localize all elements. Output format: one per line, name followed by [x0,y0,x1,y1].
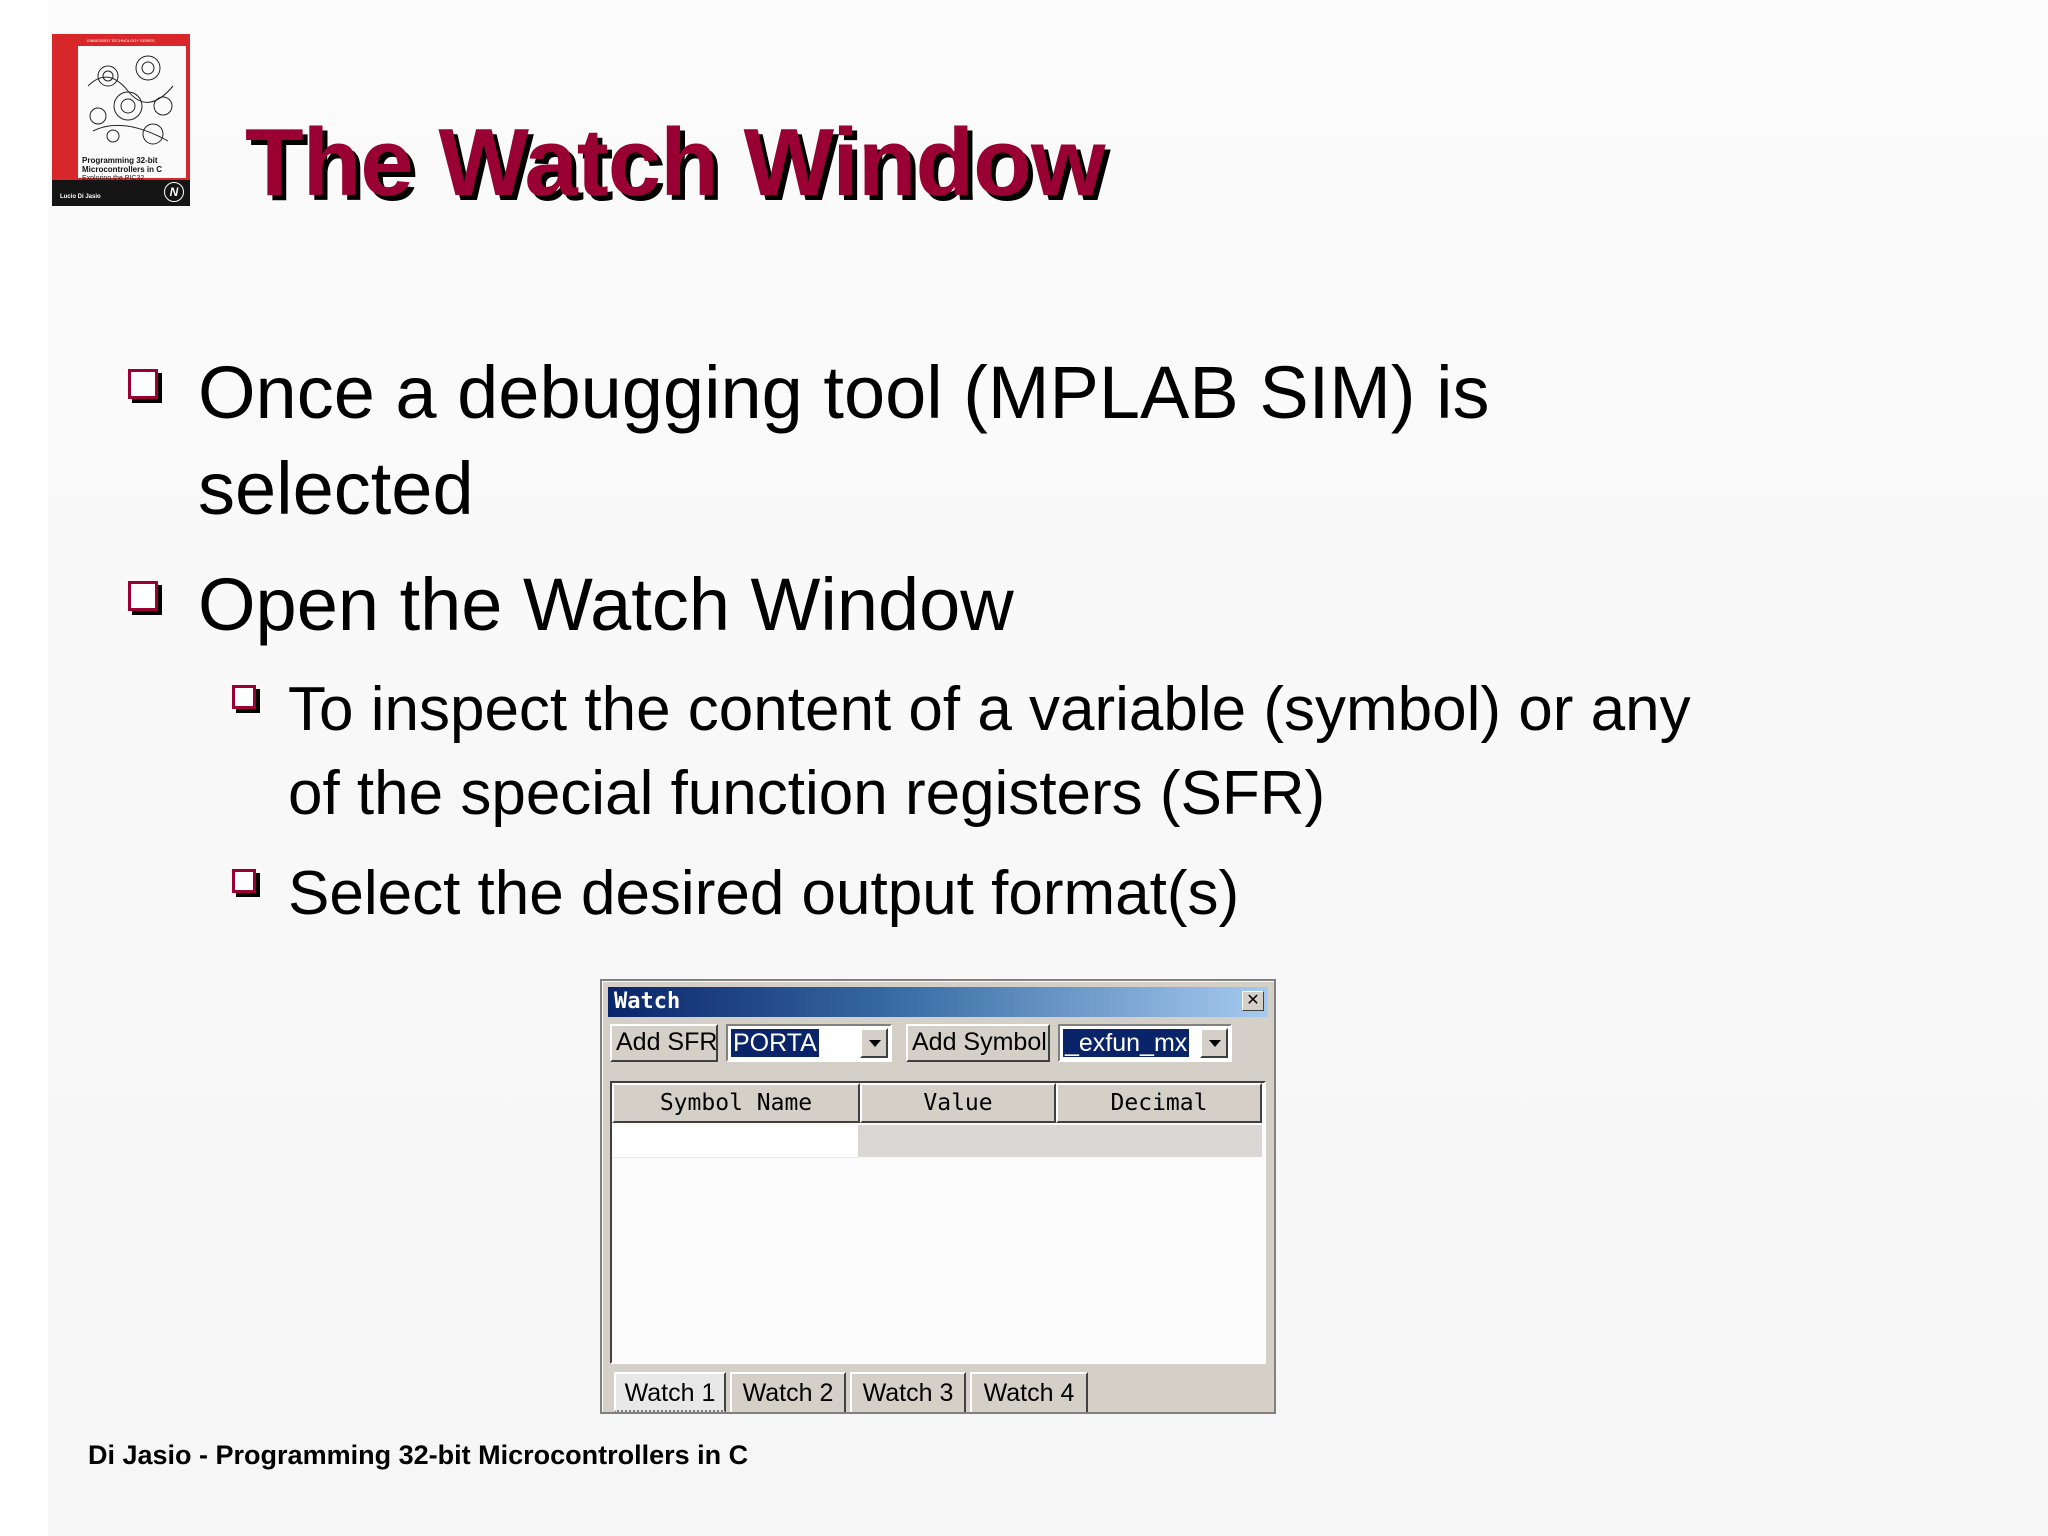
bullet-box-icon [128,581,158,611]
book-cover-image: EMBEDDED TECHNOLOGY SERIES Programming 3… [52,34,190,206]
bullet-item: Open the Watch Window [128,557,1014,653]
add-symbol-button[interactable]: Add Symbol [906,1024,1050,1062]
sfr-select[interactable]: PORTA [726,1024,892,1062]
tab-watch-3[interactable]: Watch 3 [850,1372,966,1412]
tab-watch-2[interactable]: Watch 2 [730,1372,846,1412]
bullet-text: Select the desired output format(s) [288,859,1240,928]
cover-footer-band: Lucio Di Jasio N [52,180,190,206]
column-header-symbol-name[interactable]: Symbol Name [612,1083,860,1123]
slide: EMBEDDED TECHNOLOGY SERIES Programming 3… [0,0,2048,1536]
tab-watch-1[interactable]: Watch 1 [614,1372,726,1412]
symbol-name-edit-cell[interactable] [612,1125,858,1158]
bullet-box-icon [232,869,256,893]
sub-bullet-item: Select the desired output format(s) [232,852,1239,936]
symbol-select[interactable]: _exfun_mx [1058,1024,1232,1062]
watch-window-title: Watch [614,989,681,1014]
watch-titlebar[interactable]: Watch ✕ [608,987,1268,1017]
close-icon[interactable]: ✕ [1242,991,1264,1011]
bullet-item: Once a debugging tool (MPLAB SIM) is sel… [128,345,1490,537]
sfr-select-value: PORTA [731,1029,819,1057]
chevron-down-icon[interactable] [1200,1028,1228,1058]
bullet-text: Once a debugging tool (MPLAB SIM) is sel… [198,351,1490,530]
add-sfr-button[interactable]: Add SFR [610,1024,718,1062]
bullet-text: To inspect the content of a variable (sy… [288,675,1691,828]
publisher-logo-icon: N [164,182,184,202]
bullet-box-icon [232,685,256,709]
chevron-down-icon[interactable] [860,1028,888,1058]
slide-margin [0,0,48,1536]
bullet-box-icon [128,369,158,399]
cover-series: EMBEDDED TECHNOLOGY SERIES [87,38,155,43]
slide-title: The Watch Window [245,109,1105,216]
table-row[interactable] [858,1125,1262,1157]
tab-watch-4[interactable]: Watch 4 [970,1372,1088,1412]
symbol-select-value: _exfun_mx [1063,1029,1190,1057]
cover-author: Lucio Di Jasio [60,194,101,200]
watch-window: Watch ✕ Add SFR PORTA Add Symbol _exfun_… [600,979,1276,1414]
column-header-value[interactable]: Value [860,1083,1056,1123]
column-header-decimal[interactable]: Decimal [1056,1083,1262,1123]
cover-fractal-art: Programming 32-bit Microcontrollers in C… [78,46,186,182]
bullet-text: Open the Watch Window [198,563,1014,646]
sub-bullet-item: To inspect the content of a variable (sy… [232,668,1691,836]
watch-table[interactable]: Symbol Name Value Decimal [610,1081,1266,1364]
cover-title: Programming 32-bit Microcontrollers in C [82,156,163,174]
slide-footer: Di Jasio - Programming 32-bit Microcontr… [88,1440,749,1470]
